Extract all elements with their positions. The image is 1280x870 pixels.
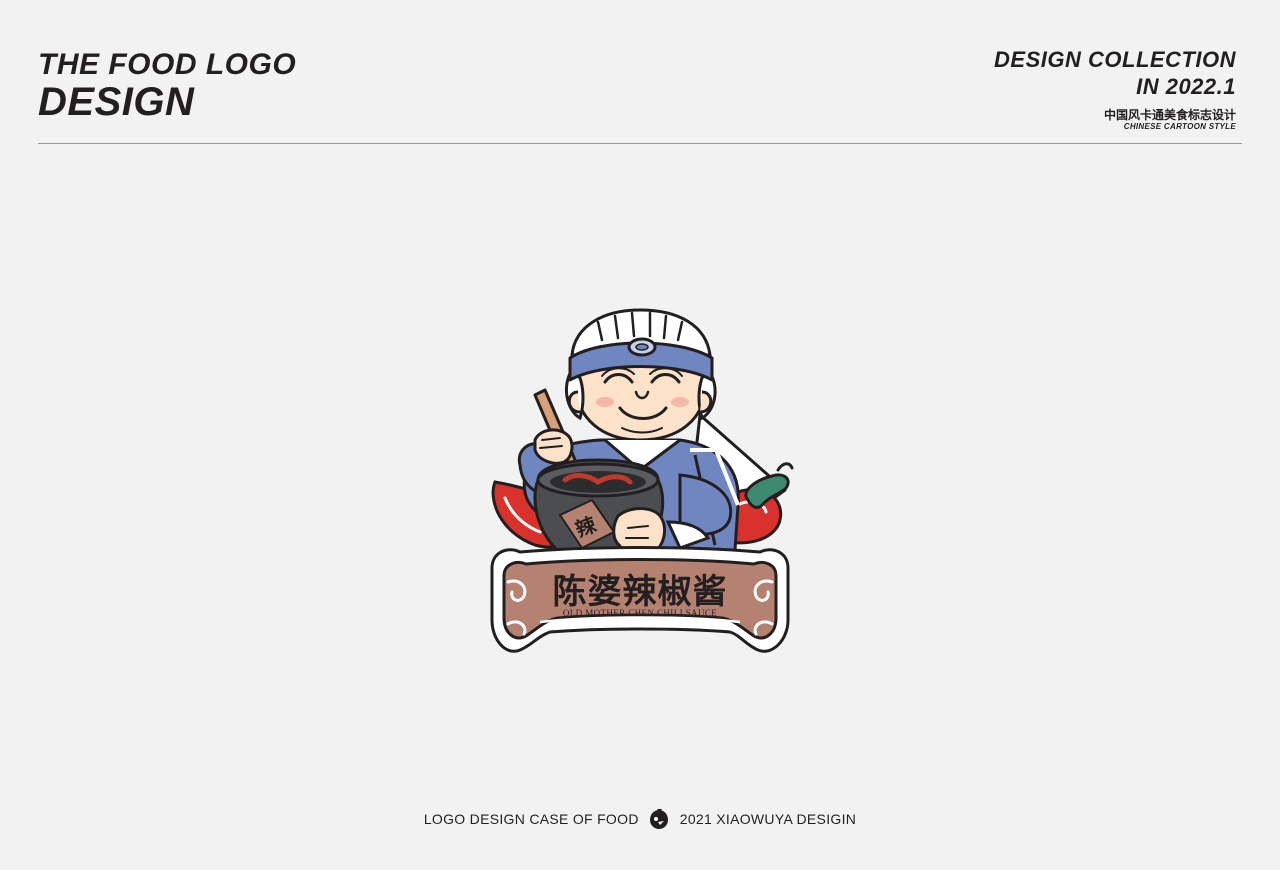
brand-chinese-name: 陈婆辣椒酱 — [553, 572, 728, 612]
page-title-line-1: THE FOOD LOGO — [38, 48, 297, 81]
logo-illustration: 辣 陈婆辣椒酱 OLD MOTHER CHEN CHILI SAUCE — [490, 308, 794, 653]
page-title-line-2: DESIGN — [38, 80, 195, 124]
header-divider — [38, 143, 1242, 144]
collection-line-2: IN 2022.1 — [1136, 74, 1236, 99]
collection-block: DESIGN COLLECTION IN 2022.1 中国风卡通美食标志设计 … — [994, 46, 1236, 132]
footer-left-text: LOGO DESIGN CASE OF FOOD — [423, 811, 639, 827]
page-title-block: THE FOOD LOGO DESIGN — [38, 48, 296, 122]
english-subtitle: CHINESE CARTOON STYLE — [1123, 122, 1236, 131]
footer: LOGO DESIGN CASE OF FOOD 2021 XIAOWUYA D… — [0, 808, 1280, 830]
collection-line-1: DESIGN COLLECTION — [994, 47, 1236, 72]
brand-logo: 辣 陈婆辣椒酱 OLD MOTHER CHEN CHILI SAUCE — [480, 300, 800, 670]
brand-english-name: OLD MOTHER CHEN CHILI SAUCE — [563, 608, 717, 618]
crow-head-icon — [649, 809, 668, 829]
footer-right-text: 2021 XIAOWUYA DESIGIN — [679, 811, 857, 827]
chinese-subtitle: 中国风卡通美食标志设计 — [1103, 108, 1236, 122]
